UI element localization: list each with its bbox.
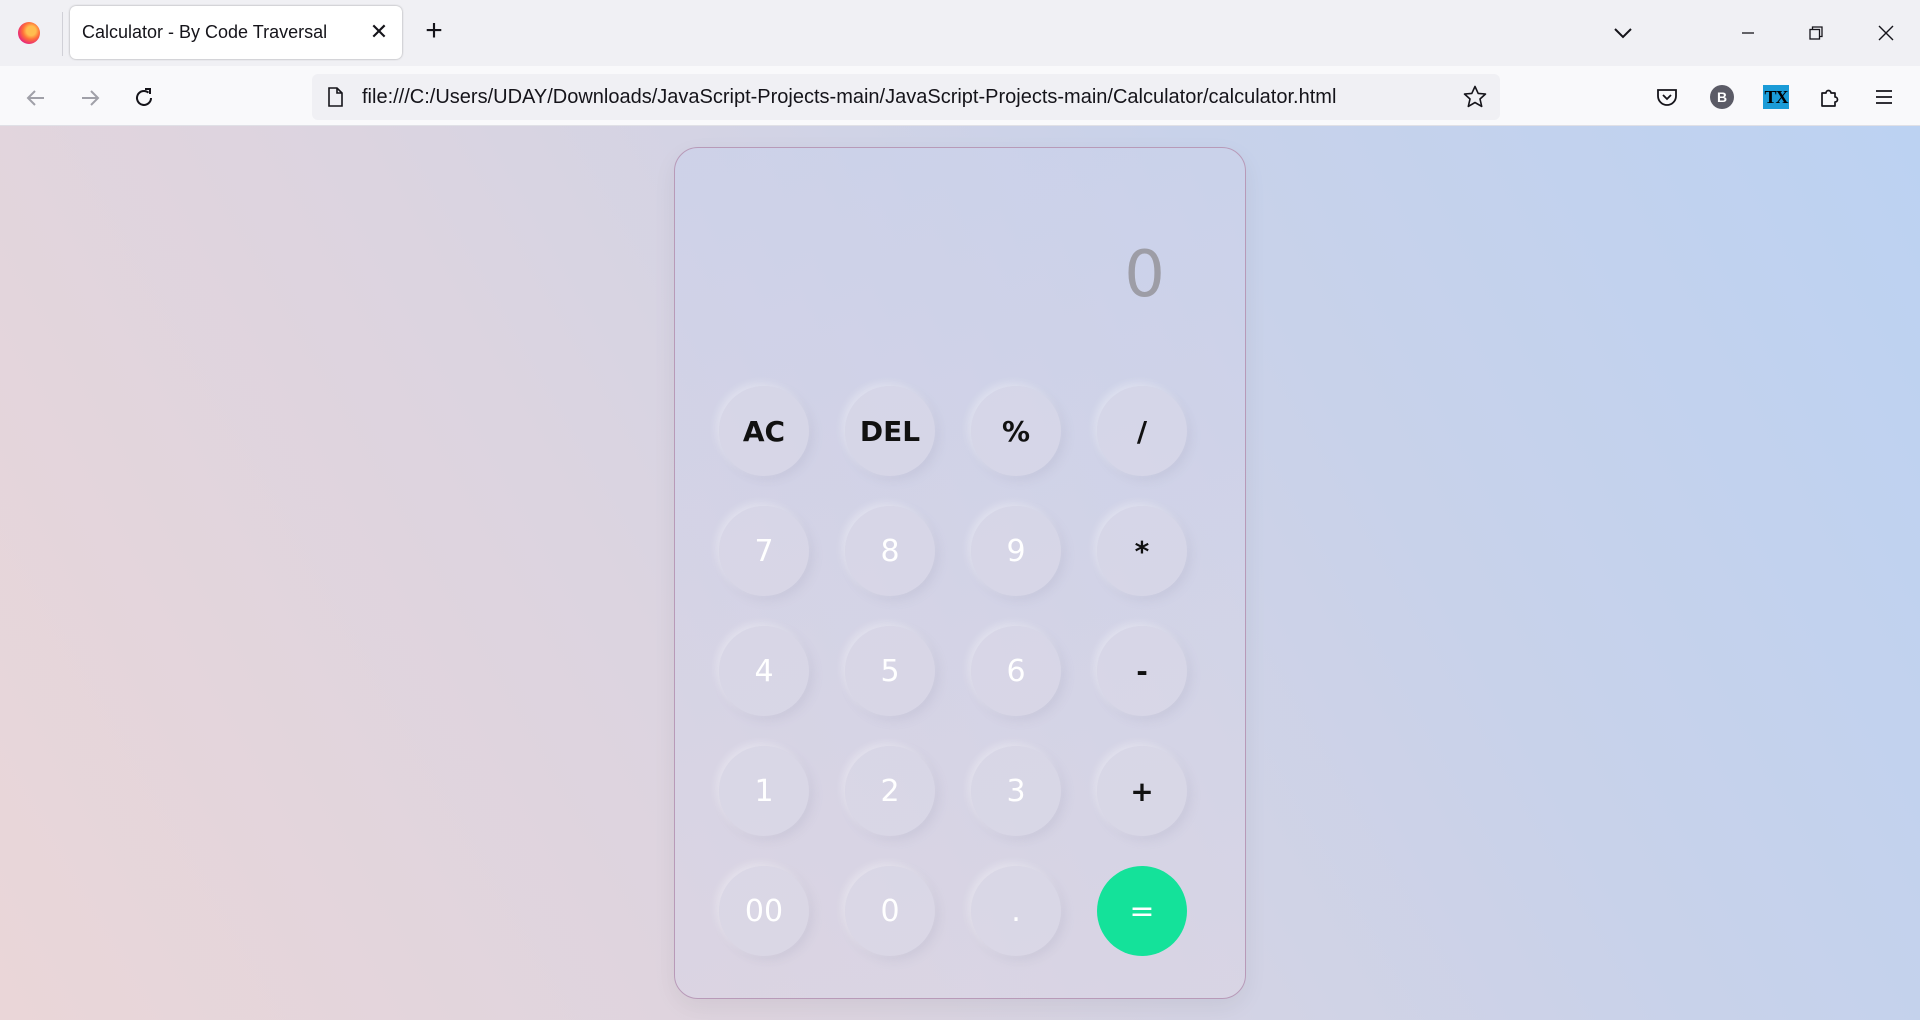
percent-button[interactable]: % [971, 386, 1061, 476]
forward-arrow-icon[interactable] [72, 80, 108, 116]
digit-9-button[interactable]: 9 [971, 506, 1061, 596]
digit-7-button[interactable]: 7 [719, 506, 809, 596]
page-viewport: 0 AC DEL%/7 8 9 * 4 5 6-1 2 3 +00 0. = [0, 126, 1920, 1020]
new-tab-button[interactable]: + [418, 15, 450, 47]
address-bar[interactable]: file:///C:/Users/UDAY/Downloads/JavaScri… [312, 74, 1500, 120]
calculator-display: 0 [1124, 238, 1165, 312]
calculator: 0 AC DEL%/7 8 9 * 4 5 6-1 2 3 +00 0. = [674, 147, 1246, 999]
tab-separator [62, 12, 63, 56]
digit-4-button[interactable]: 4 [719, 626, 809, 716]
close-icon[interactable]: ✕ [366, 19, 392, 45]
chevron-down-icon[interactable] [1608, 18, 1638, 48]
equals-button[interactable]: = [1097, 866, 1187, 956]
account-avatar[interactable]: B [1705, 80, 1739, 114]
digit-8-button[interactable]: 8 [845, 506, 935, 596]
url-text[interactable]: file:///C:/Users/UDAY/Downloads/JavaScri… [362, 86, 1336, 109]
reload-icon[interactable] [126, 80, 162, 116]
double-zero-button[interactable]: 00 [719, 866, 809, 956]
digit-0-button[interactable]: 0 [845, 866, 935, 956]
hamburger-menu-icon[interactable] [1867, 80, 1901, 114]
extensions-puzzle-icon[interactable] [1813, 80, 1847, 114]
digit-2-button[interactable]: 2 [845, 746, 935, 836]
bookmark-star-icon[interactable] [1462, 84, 1488, 110]
all-clear-button[interactable]: AC [719, 386, 809, 476]
subtract-button[interactable]: - [1097, 626, 1187, 716]
navigation-toolbar: file:///C:/Users/UDAY/Downloads/JavaScri… [0, 66, 1920, 126]
tab-bar: Calculator - By Code Traversal ✕ + [0, 0, 1920, 66]
add-button[interactable]: + [1097, 746, 1187, 836]
digit-1-button[interactable]: 1 [719, 746, 809, 836]
minimize-button[interactable] [1728, 14, 1768, 52]
tab-title: Calculator - By Code Traversal [82, 22, 328, 42]
tab-calculator[interactable]: Calculator - By Code Traversal ✕ [70, 6, 402, 59]
digit-5-button[interactable]: 5 [845, 626, 935, 716]
pocket-icon[interactable] [1650, 80, 1684, 114]
back-arrow-icon[interactable] [18, 80, 54, 116]
page-icon [324, 86, 346, 108]
divide-button[interactable]: / [1097, 386, 1187, 476]
firefox-logo-icon [18, 22, 40, 44]
multiply-button[interactable]: * [1097, 506, 1187, 596]
digit-3-button[interactable]: 3 [971, 746, 1061, 836]
restore-button[interactable] [1796, 14, 1836, 52]
extension-tx-icon[interactable]: TX [1759, 80, 1793, 114]
delete-button[interactable]: DEL [845, 386, 935, 476]
digit-6-button[interactable]: 6 [971, 626, 1061, 716]
decimal-button[interactable]: . [971, 866, 1061, 956]
close-window-button[interactable] [1866, 14, 1906, 52]
